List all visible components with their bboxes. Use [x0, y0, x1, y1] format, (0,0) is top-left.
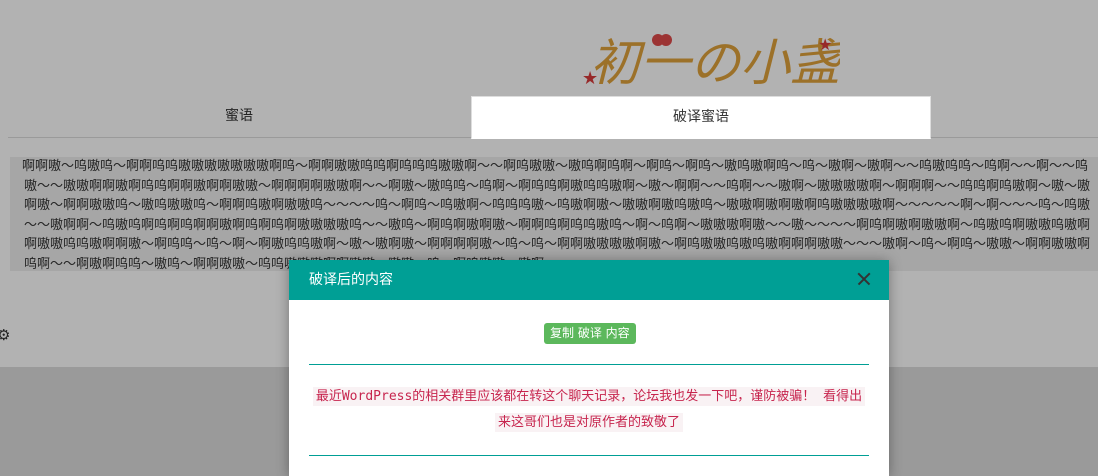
- divider-bottom: [309, 455, 869, 456]
- decoded-result-text: 最近WordPress的相关群里应该都在转这个聊天记录，论坛我也发一下吧，谨防被…: [312, 387, 866, 432]
- divider-top: [309, 364, 869, 365]
- modal-title: 破译后的内容: [309, 272, 393, 288]
- close-icon[interactable]: [855, 270, 873, 288]
- modal-header: 破译后的内容: [289, 260, 889, 300]
- tab-decode[interactable]: 破译蜜语: [471, 96, 931, 139]
- decoded-result: 最近WordPress的相关群里应该都在转这个聊天记录，论坛我也发一下吧，谨防被…: [309, 384, 869, 436]
- decode-result-modal: 破译后的内容 复制 破译 内容 最近WordPress的相关群里应该都在转这个聊…: [289, 260, 889, 476]
- copy-result-button[interactable]: 复制 破译 内容: [544, 323, 636, 344]
- page: 初一の小盏 ★ ★ 蜜语 破译蜜语 啊啊嗷～呜嗷呜～啊啊呜呜嗷嗷嗷嗷嗷嗷嗷啊呜～…: [0, 0, 1098, 476]
